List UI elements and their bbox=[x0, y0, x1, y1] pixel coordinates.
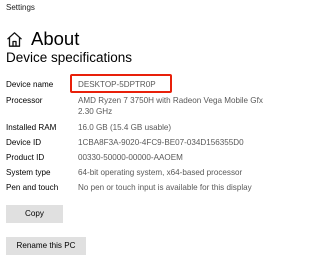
spec-row-system-type: System type 64-bit operating system, x64… bbox=[6, 167, 284, 178]
spec-value: 00330-50000-00000-AAOEM bbox=[78, 153, 183, 162]
spec-value: 1CBA8F3A-9020-4FC9-BE07-034D156355D0 bbox=[78, 138, 244, 147]
spec-value: AMD Ryzen 7 3750H with Radeon Vega Mobil… bbox=[78, 96, 263, 116]
spec-label: Device name bbox=[6, 80, 54, 89]
spec-row-product-id: Product ID 00330-50000-00000-AAOEM bbox=[6, 152, 284, 163]
spec-row-device-id: Device ID 1CBA8F3A-9020-4FC9-BE07-034D15… bbox=[6, 137, 284, 148]
rename-pc-button[interactable]: Rename this PC bbox=[6, 237, 86, 255]
page-title: About bbox=[31, 28, 80, 49]
spec-label: Pen and touch bbox=[6, 183, 59, 192]
home-icon[interactable] bbox=[6, 31, 23, 48]
spec-value: 16.0 GB (15.4 GB usable) bbox=[78, 123, 172, 132]
spec-label: Processor bbox=[6, 96, 43, 105]
spec-value: No pen or touch input is available for t… bbox=[78, 183, 252, 192]
window-title: Settings bbox=[6, 3, 35, 12]
section-title: Device specifications bbox=[6, 50, 133, 65]
spec-row-installed-ram: Installed RAM 16.0 GB (15.4 GB usable) bbox=[6, 122, 284, 133]
spec-label: Device ID bbox=[6, 138, 42, 147]
spec-value: 64-bit operating system, x64-based proce… bbox=[78, 168, 243, 177]
highlight-box bbox=[70, 74, 172, 93]
spec-label: Installed RAM bbox=[6, 123, 57, 132]
page-header: About bbox=[6, 27, 79, 51]
spec-label: Product ID bbox=[6, 153, 45, 162]
spec-label: System type bbox=[6, 168, 51, 177]
spec-row-pen-and-touch: Pen and touch No pen or touch input is a… bbox=[6, 182, 284, 193]
copy-button[interactable]: Copy bbox=[6, 205, 63, 223]
spec-row-processor: Processor AMD Ryzen 7 3750H with Radeon … bbox=[6, 95, 284, 117]
